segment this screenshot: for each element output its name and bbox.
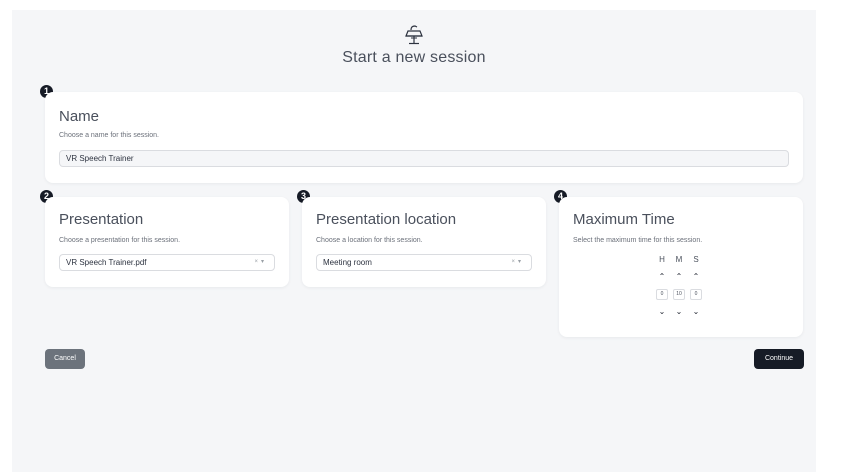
- presentation-card-subtitle: Choose a presentation for this session.: [59, 237, 181, 244]
- page-header: Start a new session: [12, 10, 816, 70]
- page-frame: Start a new session 1 Name Choose a name…: [12, 10, 816, 472]
- location-card-title: Presentation location: [316, 211, 457, 228]
- location-select[interactable]: Meeting room ×▾: [316, 254, 532, 271]
- location-select-controls[interactable]: ×▾: [511, 255, 524, 270]
- seconds-label: S: [693, 255, 699, 264]
- presentation-select[interactable]: VR Speech Trainer.pdf ×▾: [59, 254, 275, 271]
- name-card-title: Name: [59, 108, 100, 125]
- chevron-down-icon[interactable]: ▾: [518, 259, 524, 265]
- location-card-subtitle: Choose a location for this session.: [316, 237, 423, 244]
- chevron-down-icon[interactable]: ▾: [261, 259, 267, 265]
- minutes-down-icon[interactable]: ⌄: [673, 307, 685, 316]
- continue-button[interactable]: Continue: [754, 349, 804, 369]
- cancel-button[interactable]: Cancel: [45, 349, 85, 369]
- location-select-value: Meeting room: [323, 258, 372, 267]
- time-card: Maximum Time Select the maximum time for…: [559, 197, 803, 337]
- seconds-input[interactable]: 0: [690, 289, 702, 300]
- hours-input[interactable]: 0: [656, 289, 668, 300]
- podium-icon: [405, 25, 423, 45]
- location-card: Presentation location Choose a location …: [302, 197, 546, 287]
- session-name-input[interactable]: VR Speech Trainer: [59, 150, 789, 167]
- name-card-subtitle: Choose a name for this session.: [59, 132, 159, 139]
- presentation-card-title: Presentation: [59, 211, 144, 228]
- minutes-input[interactable]: 10: [673, 289, 685, 300]
- time-card-title: Maximum Time: [573, 211, 675, 228]
- hours-label: H: [659, 255, 665, 264]
- presentation-select-controls[interactable]: ×▾: [254, 255, 267, 270]
- hours-down-icon[interactable]: ⌄: [656, 307, 668, 316]
- time-card-subtitle: Select the maximum time for this session…: [573, 237, 703, 244]
- minutes-up-icon[interactable]: ⌃: [673, 272, 685, 281]
- seconds-up-icon[interactable]: ⌃: [690, 272, 702, 281]
- minutes-label: M: [675, 255, 683, 264]
- name-card: Name Choose a name for this session. VR …: [45, 92, 803, 183]
- page-title: Start a new session: [342, 49, 486, 66]
- hours-up-icon[interactable]: ⌃: [656, 272, 668, 281]
- presentation-select-value: VR Speech Trainer.pdf: [66, 258, 147, 267]
- seconds-down-icon[interactable]: ⌄: [690, 307, 702, 316]
- presentation-card: Presentation Choose a presentation for t…: [45, 197, 289, 287]
